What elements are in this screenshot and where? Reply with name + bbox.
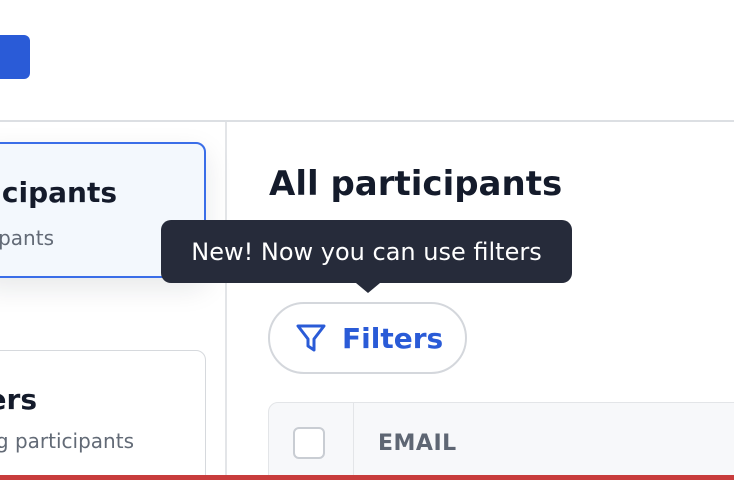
sidebar-card-customers[interactable]: Customers Paying participants — [0, 350, 206, 480]
select-all-checkbox[interactable] — [293, 427, 325, 459]
table-header: EMAIL — [268, 402, 734, 480]
filters-button[interactable]: Filters — [268, 302, 467, 374]
column-header-email[interactable]: EMAIL — [378, 431, 457, 456]
top-header — [0, 0, 734, 122]
bottom-status-bar — [0, 475, 734, 480]
funnel-icon — [296, 324, 326, 352]
sidebar-card-title: Customers — [0, 383, 37, 416]
sidebar-card-subtitle: Paying participants — [0, 429, 134, 453]
header-action-button[interactable] — [0, 35, 30, 79]
sidebar-card-title: All participants — [0, 176, 117, 209]
sidebar-card-subtitle: All participants — [0, 226, 54, 250]
filters-button-label: Filters — [342, 321, 444, 355]
tooltip-text: New! Now you can use filters — [191, 237, 542, 266]
filters-tooltip: New! Now you can use filters — [161, 220, 572, 283]
tooltip-arrow — [356, 283, 380, 293]
app-window: All participants All participants Custom… — [0, 0, 734, 480]
sidebar: All participants All participants Custom… — [0, 122, 227, 480]
page-title: All participants — [269, 164, 563, 204]
select-all-cell — [269, 403, 354, 480]
main-content: All participants Filters New! Now you ca… — [161, 122, 734, 480]
